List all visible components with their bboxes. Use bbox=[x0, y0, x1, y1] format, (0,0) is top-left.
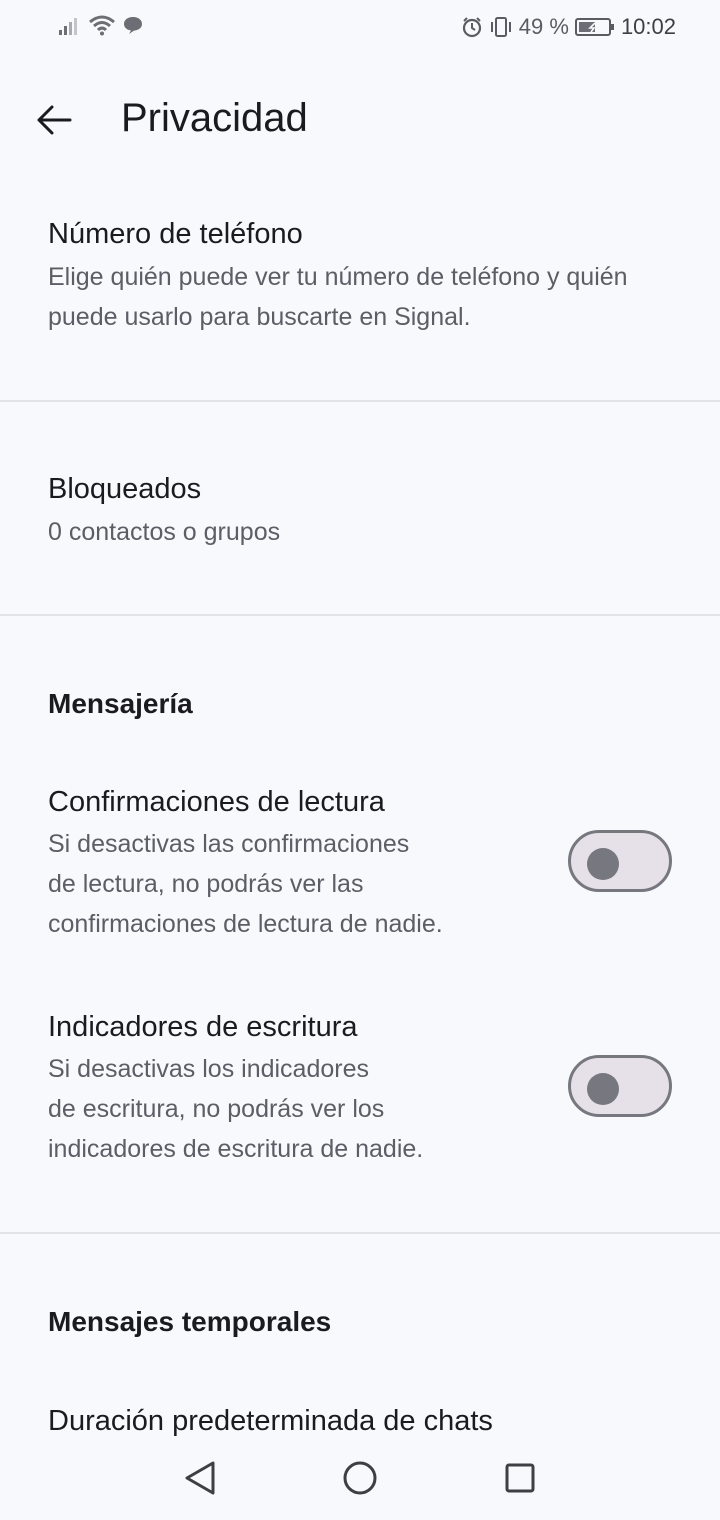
page-title: Privacidad bbox=[121, 96, 308, 140]
phone-number-item[interactable]: Número de teléfono Elige quién puede ver… bbox=[0, 190, 720, 400]
messaging-section-header: Mensajería bbox=[48, 688, 193, 719]
vibrate-icon bbox=[490, 17, 511, 37]
typing-indicators-subtitle-line: de escritura, no podrás ver los bbox=[48, 1095, 385, 1123]
read-receipts-item[interactable]: Confirmaciones de lectura Si desactivas … bbox=[0, 770, 720, 960]
typing-indicators-title: Indicadores de escritura bbox=[48, 1011, 358, 1043]
blocked-subtitle: 0 contactos o grupos bbox=[48, 518, 281, 546]
divider bbox=[0, 400, 720, 402]
typing-indicators-item[interactable]: Indicadores de escritura Si desactivas l… bbox=[0, 995, 720, 1185]
square-recents-icon bbox=[505, 1463, 535, 1493]
battery-percent: 49 % bbox=[518, 14, 569, 39]
typing-indicators-subtitle-line: Si desactivas los indicadores bbox=[48, 1055, 369, 1083]
blocked-title: Bloqueados bbox=[48, 473, 202, 505]
divider bbox=[0, 1232, 720, 1234]
system-nav-bar bbox=[0, 1438, 720, 1520]
blocked-item[interactable]: Bloqueados 0 contactos o grupos bbox=[0, 440, 720, 580]
divider bbox=[0, 614, 720, 616]
disappearing-section-header: Mensajes temporales bbox=[48, 1306, 332, 1337]
nav-back-button[interactable] bbox=[160, 1438, 240, 1518]
alarm-icon bbox=[462, 17, 481, 38]
typing-indicators-subtitle: Si desactivas los indicadores de escritu… bbox=[48, 1049, 528, 1169]
arrow-left-icon bbox=[37, 105, 72, 135]
read-receipts-title: Confirmaciones de lectura bbox=[48, 786, 385, 818]
triangle-back-icon bbox=[185, 1461, 215, 1495]
app-bar: Privacidad bbox=[0, 78, 720, 162]
wifi-icon bbox=[89, 15, 115, 36]
battery-icon bbox=[574, 18, 614, 36]
read-receipts-toggle[interactable] bbox=[568, 830, 672, 892]
read-receipts-subtitle-line: de lectura, no podrás ver las bbox=[48, 870, 364, 898]
status-left bbox=[58, 14, 144, 36]
back-button[interactable] bbox=[24, 90, 84, 150]
nav-home-button[interactable] bbox=[320, 1438, 400, 1518]
default-timer-title: Duración predeterminada de chats bbox=[48, 1405, 493, 1437]
status-right: 49 % 10:02 bbox=[461, 14, 676, 40]
toggle-knob bbox=[587, 1073, 619, 1105]
phone-number-subtitle: Elige quién puede ver tu número de teléf… bbox=[48, 263, 628, 331]
phone-number-title: Número de teléfono bbox=[48, 218, 303, 250]
typing-indicators-subtitle-line: indicadores de escritura de nadie. bbox=[48, 1135, 424, 1163]
chat-bubble-icon bbox=[124, 17, 142, 34]
nav-recents-button[interactable] bbox=[480, 1438, 560, 1518]
read-receipts-subtitle: Si desactivas las confirmaciones de lect… bbox=[48, 824, 528, 944]
clock: 10:02 bbox=[620, 14, 676, 39]
read-receipts-subtitle-line: confirmaciones de lectura de nadie. bbox=[48, 910, 443, 938]
circle-home-icon bbox=[343, 1461, 377, 1495]
status-bar: 49 % 10:02 bbox=[0, 0, 720, 56]
read-receipts-subtitle-line: Si desactivas las confirmaciones bbox=[48, 830, 410, 858]
typing-indicators-toggle[interactable] bbox=[568, 1055, 672, 1117]
signal-strength-icon bbox=[59, 18, 77, 35]
toggle-knob bbox=[587, 848, 619, 880]
